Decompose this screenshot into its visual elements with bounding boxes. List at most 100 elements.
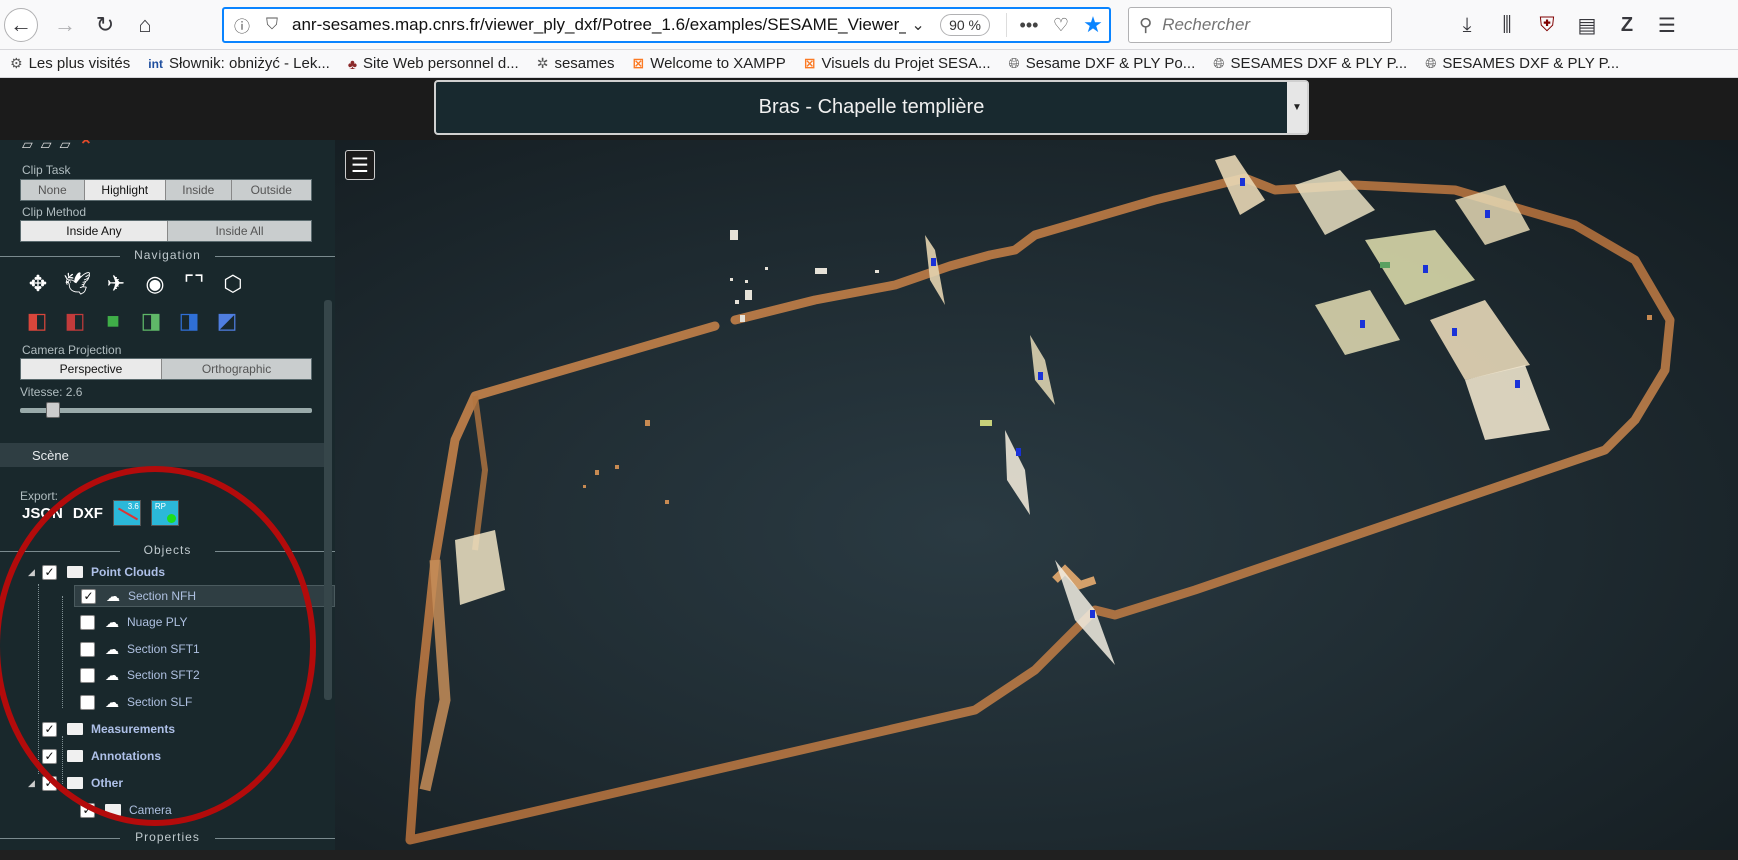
right-view-icon[interactable]: ◨ [174, 306, 204, 336]
library-icon[interactable]: ⫼ [1492, 8, 1522, 42]
point-cloud-viewer[interactable]: ☰ [335, 140, 1738, 850]
measurements-checkbox[interactable]: ✓ [42, 721, 57, 737]
download-icon[interactable]: ⤓ [1452, 8, 1482, 42]
tree-node-cloud[interactable]: ☁ Section SLF [80, 691, 192, 713]
bookmark-item[interactable]: int Słownik: obniżyć - Lek... [148, 55, 330, 72]
bookmark-item[interactable]: ⊠ Welcome to XAMPP [632, 55, 785, 72]
sidebar-scrollbar[interactable] [324, 300, 332, 700]
bookmark-item[interactable]: 🌐︎ SESAMES DXF & PLY P... [1425, 55, 1619, 72]
clip-task-outside[interactable]: Outside [231, 180, 311, 200]
cloud-checkbox[interactable] [80, 667, 95, 683]
bookmark-item[interactable]: ⚙ Les plus visités [10, 55, 130, 72]
clip-method-inside-all[interactable]: Inside All [167, 221, 311, 241]
camera-checkbox[interactable]: ✓ [80, 802, 95, 818]
tree-node-cloud[interactable]: ☁ Section SFT1 [80, 638, 200, 660]
url-bar[interactable]: ⓘ ⛉ anr-sesames.map.cnrs.fr/viewer_ply_d… [222, 7, 1111, 43]
bookmark-item[interactable]: ♣ Site Web personnel d... [348, 55, 519, 72]
back-button[interactable]: ← [4, 8, 38, 42]
orbit-controls-icon[interactable]: ◉ [139, 268, 171, 300]
navigation-title: Navigation [0, 248, 335, 262]
home-button[interactable]: ⌂ [128, 8, 162, 42]
scene-select[interactable]: Bras - Chapelle templière ▼ [434, 80, 1309, 135]
info-icon[interactable]: ⓘ [230, 13, 254, 37]
reload-button[interactable]: ↻ [88, 8, 122, 42]
fly-controls-icon[interactable]: 🕊︎ [61, 268, 93, 300]
url-text[interactable]: anr-sesames.map.cnrs.fr/viewer_ply_dxf/P… [284, 15, 906, 35]
clip-volume-icon[interactable]: ▱ [22, 140, 33, 157]
projection-perspective[interactable]: Perspective [21, 359, 163, 379]
stray-green-points [980, 420, 992, 426]
bookmark-item[interactable]: 🌐︎ Sesame DXF & PLY Po... [1009, 55, 1196, 72]
shield-icon[interactable]: ⛉ [260, 16, 284, 34]
clip-method-inside-any[interactable]: Inside Any [21, 221, 168, 241]
forward-button[interactable]: → [48, 8, 82, 42]
bookmark-star-icon[interactable]: ★ [1077, 12, 1109, 38]
clip-profile-icon[interactable]: ▱ [60, 140, 71, 157]
bookmark-item[interactable]: ⊠ Visuels du Projet SESA... [804, 55, 991, 72]
earth-controls-icon[interactable]: ✥ [22, 268, 54, 300]
point-clouds-checkbox[interactable]: ✓ [42, 564, 57, 580]
dropdown-arrow-icon[interactable]: ▼ [1287, 82, 1307, 133]
home-icon: ⌂ [138, 12, 152, 37]
clip-method-segmented: Inside Any Inside All [20, 220, 312, 242]
photo-plane [1030, 335, 1055, 405]
bookmark-item[interactable]: ✲ sesames [537, 55, 615, 72]
more-actions-icon[interactable]: ••• [1013, 15, 1045, 36]
hamburger-menu-button[interactable]: ☰ [345, 150, 375, 180]
left-view-icon[interactable]: ◧ [22, 306, 52, 336]
collapse-icon[interactable]: ◢ [28, 778, 42, 789]
bottom-view-icon[interactable]: ◩ [212, 306, 242, 336]
back-view-icon[interactable]: ◨ [136, 306, 166, 336]
speed-slider-track[interactable] [20, 408, 312, 413]
tree-label: Section SLF [127, 695, 193, 709]
tree-node-cloud[interactable]: ☁ Section SFT2 [80, 664, 200, 686]
tree-node-cloud[interactable]: ✓ ☁ Section NFH [74, 585, 335, 607]
clip-task-highlight[interactable]: Highlight [84, 180, 166, 200]
clip-task-label: Clip Task [22, 163, 71, 177]
cloud-checkbox[interactable] [80, 641, 95, 657]
speed-slider-handle[interactable] [46, 402, 60, 418]
search-bar[interactable]: ⚲ [1128, 7, 1392, 43]
top-view-icon[interactable]: ■ [98, 306, 128, 336]
search-input[interactable] [1162, 15, 1363, 35]
front-view-icon[interactable]: ◧ [60, 306, 90, 336]
tree-guide [38, 584, 39, 774]
point-cloud-render[interactable] [335, 140, 1738, 850]
clip-task-inside[interactable]: Inside [166, 180, 232, 200]
bookmarks-bar: ⚙ Les plus visités int Słownik: obniżyć - … [0, 50, 1738, 78]
export-image-button[interactable]: 3.6 [112, 500, 141, 526]
ublock-icon[interactable]: ⛨ [1532, 8, 1562, 42]
tree-node-measurements[interactable]: ✓ Measurements [42, 718, 175, 740]
tree-node-point-clouds[interactable]: ◢ ✓ Point Clouds [28, 561, 165, 583]
tree-node-camera[interactable]: ✓ Camera [80, 799, 172, 821]
menu-icon[interactable]: ☰ [1652, 8, 1682, 42]
collapse-icon[interactable]: ◢ [28, 567, 42, 578]
pocket-icon[interactable]: ♡ [1045, 15, 1077, 36]
projection-orthographic[interactable]: Orthographic [162, 359, 311, 379]
annotations-checkbox[interactable]: ✓ [42, 748, 57, 764]
reader-icon[interactable]: ▤ [1572, 8, 1602, 42]
tree-node-other[interactable]: ◢ ✓ Other [28, 772, 123, 794]
export-dxf-button[interactable]: DXF [73, 505, 103, 522]
clip-polygon-icon[interactable]: ▱ [41, 140, 52, 157]
cloud-checkbox[interactable] [80, 694, 95, 710]
sidebar: ▱ ▱ ▱ ⌃ Clip Task None Highlight Inside … [0, 140, 335, 850]
cube-view-icon[interactable]: ⬡ [217, 268, 249, 300]
export-rp-button[interactable]: RP [150, 500, 179, 526]
clip-task-none[interactable]: None [21, 180, 85, 200]
remove-clip-icon[interactable]: ⌃ [78, 140, 93, 157]
bookmark-item[interactable]: 🌐︎ SESAMES DXF & PLY P... [1213, 55, 1407, 72]
zoom-level[interactable]: 90 % [940, 14, 990, 36]
scene-header[interactable]: Scène [0, 443, 330, 467]
cloud-checkbox[interactable]: ✓ [81, 588, 96, 604]
chevron-down-icon[interactable]: ⌄ [906, 15, 930, 35]
tree-node-annotations[interactable]: ✓ Annotations [42, 745, 161, 767]
export-json-button[interactable]: JSON [22, 505, 63, 522]
helicopter-controls-icon[interactable]: ✈ [100, 268, 132, 300]
properties-title: Properties [0, 830, 335, 844]
focus-icon[interactable]: ⌜⌝ [178, 268, 210, 300]
cloud-checkbox[interactable] [80, 614, 95, 630]
zotero-icon[interactable]: Z [1612, 8, 1642, 42]
tree-node-cloud[interactable]: ☁ Nuage PLY [80, 611, 188, 633]
other-checkbox[interactable]: ✓ [42, 775, 57, 791]
